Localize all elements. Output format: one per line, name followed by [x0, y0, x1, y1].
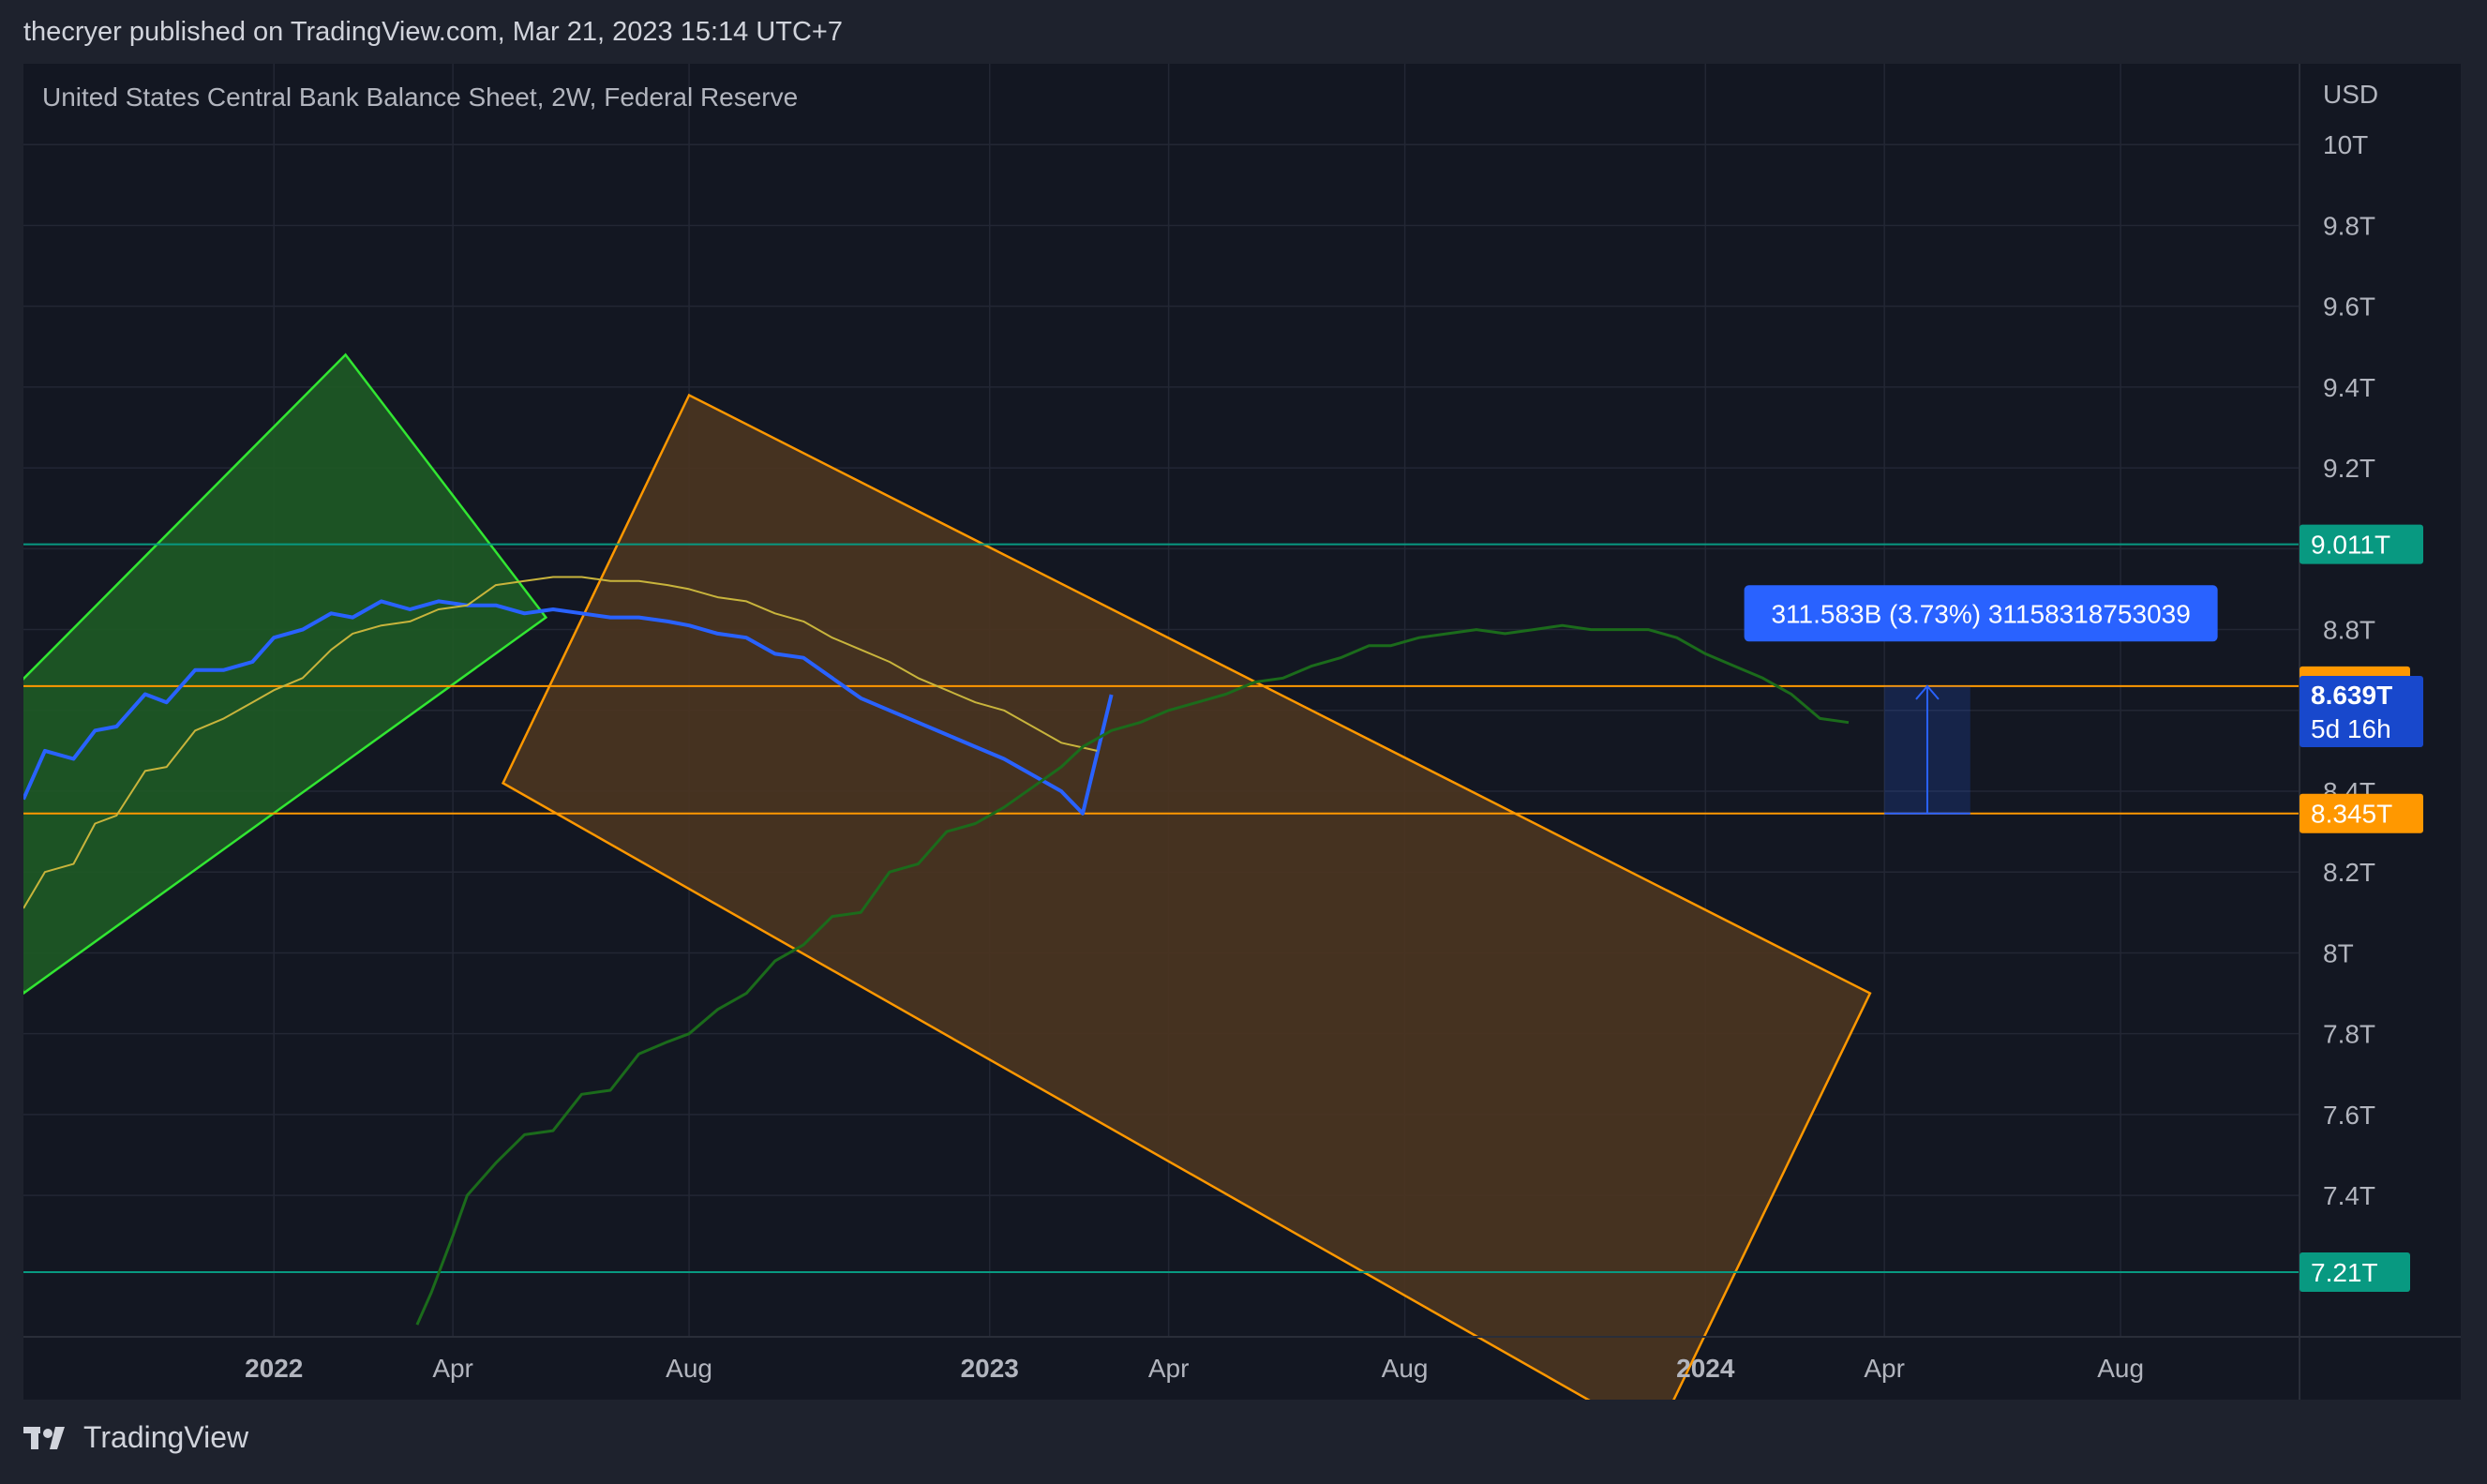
level-price-label: 9.011T [2311, 531, 2390, 560]
price-tick-label: 9.6T [2323, 292, 2375, 322]
price-tick-label: 7.4T [2323, 1181, 2375, 1210]
chart-title: United States Central Bank Balance Sheet… [42, 82, 798, 112]
bar-countdown-label: 5d 16h [2311, 714, 2391, 743]
price-tick-label: 8.8T [2323, 616, 2375, 645]
level-price-label: 7.21T [2311, 1258, 2378, 1287]
time-tick-label: Apr [432, 1354, 473, 1383]
level-price-label: 8.345T [2311, 800, 2392, 829]
price-tick-label: 9.2T [2323, 454, 2375, 483]
tradingview-logo-icon [23, 1426, 65, 1449]
time-tick-label: 2022 [245, 1354, 303, 1383]
currency-label: USD [2323, 80, 2378, 109]
time-tick-label: Aug [2097, 1354, 2144, 1383]
measure-label: 311.583B (3.73%) 31158318753039 [1771, 599, 2190, 628]
publisher-header: thecryer published on TradingView.com, M… [0, 0, 2487, 64]
price-tick-label: 9.8T [2323, 211, 2375, 240]
price-tick-label: 8.2T [2323, 858, 2375, 887]
time-tick-label: Aug [666, 1354, 712, 1383]
tradingview-logo[interactable]: TradingView [23, 1420, 248, 1455]
time-tick-label: 2023 [961, 1354, 1019, 1383]
time-tick-label: Aug [1382, 1354, 1429, 1383]
publisher-line: thecryer published on TradingView.com, M… [23, 17, 843, 47]
chart-panel[interactable]: 311.583B (3.73%) 31158318753039 United St… [23, 64, 2461, 1400]
price-tick-label: 8T [2323, 938, 2354, 967]
time-tick-label: Apr [1148, 1354, 1190, 1383]
footer: TradingView [0, 1400, 2487, 1484]
time-tick-label: 2024 [1676, 1354, 1735, 1383]
price-tick-label: 10T [2323, 130, 2368, 159]
price-tick-label: 7.6T [2323, 1101, 2375, 1130]
price-chart[interactable]: 311.583B (3.73%) 31158318753039 United St… [23, 64, 2461, 1400]
brand-name: TradingView [83, 1420, 249, 1454]
last-price-label: 8.639T [2311, 681, 2392, 710]
time-tick-label: Apr [1864, 1354, 1905, 1383]
price-tick-label: 9.4T [2323, 373, 2375, 402]
price-tick-label: 7.8T [2323, 1020, 2375, 1049]
